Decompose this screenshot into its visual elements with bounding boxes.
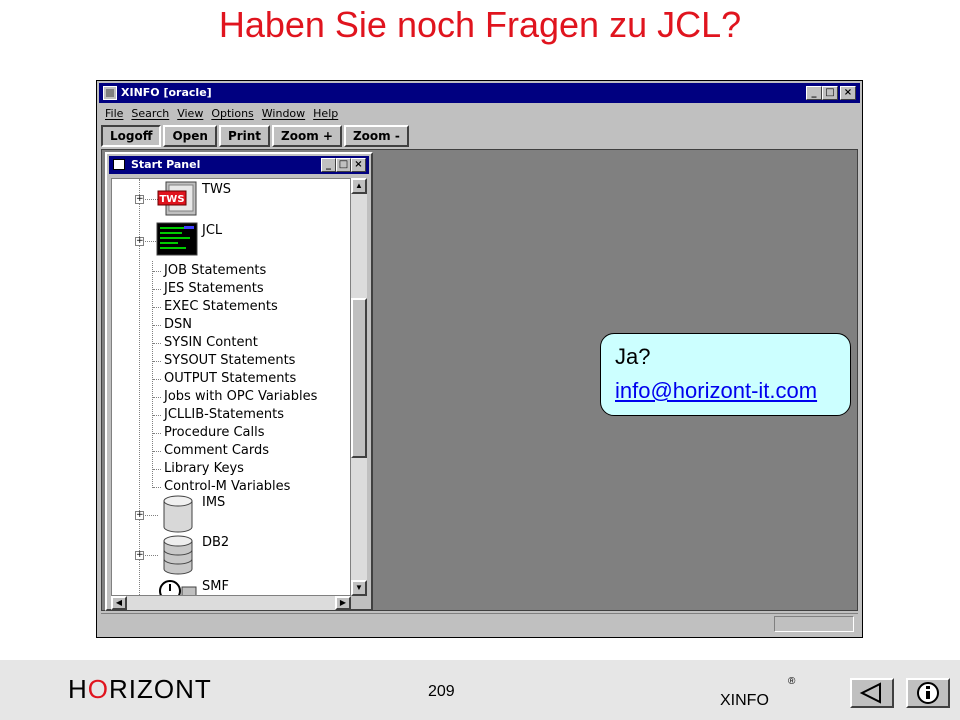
- brand-rest: RIZONT: [109, 674, 212, 704]
- scroll-thumb[interactable]: [351, 298, 367, 458]
- status-field: [774, 616, 854, 632]
- start-panel-window: Start Panel _ □ × + TWS TWS + JCL JOB St…: [105, 152, 373, 611]
- tree-node-tws[interactable]: TWS: [202, 182, 231, 197]
- panel-title: Start Panel: [131, 158, 201, 171]
- zoom-in-button[interactable]: Zoom +: [272, 125, 342, 147]
- toolbar: Logoff Open Print Zoom + Zoom -: [101, 125, 409, 147]
- jcl-children-line: [152, 261, 153, 488]
- tree-item-procedure-calls[interactable]: Procedure Calls: [164, 425, 265, 440]
- expand-jcl-button[interactable]: +: [135, 237, 144, 246]
- menu-view[interactable]: View: [173, 105, 207, 123]
- tree-item-jes-statements[interactable]: JES Statements: [164, 281, 264, 296]
- close-button[interactable]: ×: [840, 86, 856, 100]
- tree-connector: [153, 451, 161, 452]
- tree-connector: [153, 271, 161, 272]
- app-icon[interactable]: [103, 86, 117, 100]
- tree-node-jcl[interactable]: JCL: [202, 223, 222, 238]
- tree-node-ims[interactable]: IMS: [202, 495, 225, 510]
- tree-item-library-keys[interactable]: Library Keys: [164, 461, 244, 476]
- panel-close-button[interactable]: ×: [351, 158, 366, 172]
- tree-connector: [153, 307, 161, 308]
- info-icon: [917, 682, 939, 704]
- tree-node-smf[interactable]: SMF: [202, 579, 229, 594]
- menu-help[interactable]: Help: [309, 105, 342, 123]
- scroll-down-button[interactable]: ▼: [351, 580, 367, 596]
- zoom-out-button[interactable]: Zoom -: [343, 125, 409, 147]
- expand-db2-button[interactable]: +: [135, 551, 144, 560]
- tree-item-jobs-opc-variables[interactable]: Jobs with OPC Variables: [164, 389, 317, 404]
- tree-item-sysout-statements[interactable]: SYSOUT Statements: [164, 353, 295, 368]
- logoff-button[interactable]: Logoff: [101, 125, 162, 147]
- info-nav-button[interactable]: [906, 678, 950, 708]
- back-triangle-icon: [859, 682, 881, 704]
- menu-search[interactable]: Search: [127, 105, 173, 123]
- tree-item-sysin-content[interactable]: SYSIN Content: [164, 335, 258, 350]
- slide-title: Haben Sie noch Fragen zu JCL?: [218, 4, 742, 45]
- tree-connector: [153, 433, 161, 434]
- expand-ims-button[interactable]: +: [135, 511, 144, 520]
- tree-horizontal-scrollbar[interactable]: ◀ ▶: [111, 596, 351, 610]
- scroll-left-button[interactable]: ◀: [111, 596, 127, 610]
- callout-question: Ja?: [615, 344, 651, 369]
- tws-icon[interactable]: TWS: [156, 179, 200, 217]
- horizont-logo: HORIZONT: [68, 674, 212, 705]
- start-tree: + TWS TWS + JCL JOB Statements JES State…: [111, 178, 351, 596]
- product-name: XINFO: [720, 692, 769, 709]
- tree-connector: [153, 415, 161, 416]
- tree-connector: [153, 325, 161, 326]
- brand-letter-o: O: [87, 674, 110, 704]
- page-number: 209: [428, 683, 455, 700]
- menu-bar: File Search View Options Window Help: [101, 105, 342, 123]
- tree-connector: [153, 487, 161, 488]
- maximize-button[interactable]: □: [822, 86, 838, 100]
- tree-item-control-m-variables[interactable]: Control-M Variables: [164, 479, 290, 494]
- tree-item-job-statements[interactable]: JOB Statements: [164, 263, 266, 278]
- db2-database-icon[interactable]: [162, 535, 194, 575]
- back-nav-button[interactable]: [850, 678, 894, 708]
- menu-file[interactable]: File: [101, 105, 127, 123]
- ims-database-icon[interactable]: [162, 495, 194, 533]
- tree-connector: [153, 289, 161, 290]
- scroll-right-button[interactable]: ▶: [335, 596, 351, 610]
- tree-connector: [153, 361, 161, 362]
- panel-titlebar[interactable]: Start Panel _ □ ×: [109, 156, 369, 174]
- email-link[interactable]: info@horizont-it.com: [615, 378, 817, 404]
- tree-item-comment-cards[interactable]: Comment Cards: [164, 443, 269, 458]
- panel-maximize-button[interactable]: □: [336, 158, 351, 172]
- tree-item-dsn[interactable]: DSN: [164, 317, 192, 332]
- print-button[interactable]: Print: [218, 125, 271, 147]
- window-titlebar[interactable]: XINFO [oracle] _ □ ×: [99, 83, 860, 103]
- tree-connector: [153, 379, 161, 380]
- panel-icon[interactable]: [113, 159, 125, 170]
- tree-item-output-statements[interactable]: OUTPUT Statements: [164, 371, 296, 386]
- scroll-up-button[interactable]: ▲: [351, 178, 367, 194]
- tree-item-exec-statements[interactable]: EXEC Statements: [164, 299, 278, 314]
- tree-vertical-scrollbar[interactable]: ▲ ▼: [351, 178, 367, 596]
- callout-bubble: Ja? info@horizont-it.com: [600, 333, 851, 416]
- status-bar: [101, 613, 858, 634]
- minimize-button[interactable]: _: [806, 86, 822, 100]
- jcl-terminal-icon[interactable]: [156, 221, 200, 257]
- tree-item-jcllib-statements[interactable]: JCLLIB-Statements: [164, 407, 284, 422]
- tree-connector: [153, 469, 161, 470]
- window-title: XINFO [oracle]: [121, 86, 212, 99]
- menu-options[interactable]: Options: [207, 105, 257, 123]
- tws-badge-text: TWS: [159, 194, 184, 205]
- tree-node-db2[interactable]: DB2: [202, 535, 229, 550]
- registered-mark: ®: [788, 676, 796, 687]
- expand-tws-button[interactable]: +: [135, 195, 144, 204]
- menu-window[interactable]: Window: [258, 105, 309, 123]
- brand-letter-h: H: [68, 674, 88, 704]
- tree-connector: [153, 343, 161, 344]
- open-button[interactable]: Open: [163, 125, 217, 147]
- panel-minimize-button[interactable]: _: [321, 158, 336, 172]
- smf-clock-icon[interactable]: [156, 577, 200, 596]
- tree-connector: [153, 397, 161, 398]
